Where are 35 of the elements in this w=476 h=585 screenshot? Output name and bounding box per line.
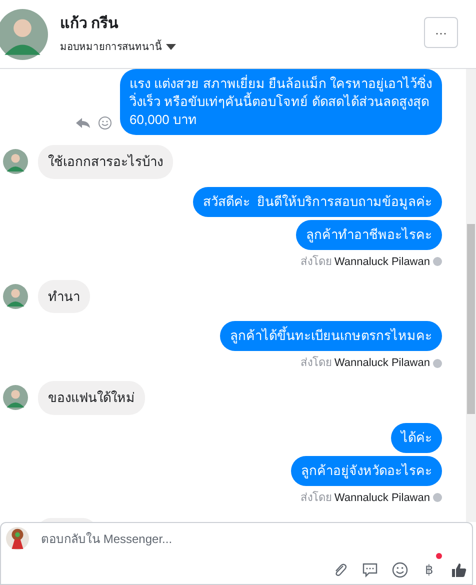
- message-bubble: ใช้เอกกสารอะไรบ้าง: [38, 145, 173, 178]
- avatar-icon: [3, 149, 28, 174]
- message-bubble: ได้ค่ะ: [391, 422, 442, 452]
- sent-by-label: ส่งโดย: [300, 490, 332, 504]
- more-button[interactable]: ···: [424, 17, 458, 48]
- message-bubble: สวัสดีค่ะ ยินดีให้บริการสอบถามข้อมูลค่ะ: [192, 186, 442, 216]
- message-bubble: ของแฟนใด้ใหม่: [38, 381, 145, 414]
- reply-icon[interactable]: [76, 117, 90, 129]
- message-bubble: ลูกค้าอยู่จังหวัดอะไรคะ: [291, 456, 442, 486]
- emoji-icon[interactable]: [392, 562, 408, 578]
- contact-name: แก้ว กรีน: [60, 14, 120, 34]
- sender-name: Wannaluck Pilawan: [334, 356, 430, 370]
- sent-by-label: ส่งโดย: [300, 356, 332, 370]
- message-bubble: แรง แต่งสวย สภาพเยี่ยม ยืนล้อแม็ก ใครหาอยู่เอาไว้ซิ่ง วิ่งเร็ว หรือขับเท่ๆคันนี้ตอบโจทย์ ดัดสดได้ส่วนลดสูงสุด 60,000 บาท: [120, 69, 442, 135]
- emoji-icon[interactable]: [98, 116, 112, 130]
- help-icon[interactable]: [433, 493, 442, 502]
- message-bubble: ทำนา: [38, 280, 90, 313]
- sender-name: Wannaluck Pilawan: [334, 254, 430, 268]
- avatar-icon: [3, 385, 28, 410]
- message-bubble: ลูกค้าทำอาชีพอะไรคะ: [296, 220, 442, 250]
- assign-dropdown[interactable]: มอบหมายการสนทนานี้: [60, 40, 176, 55]
- help-icon[interactable]: [433, 358, 442, 368]
- caret-icon: [166, 44, 176, 50]
- avatar-icon: [0, 8, 48, 60]
- avatar-icon: [3, 284, 28, 309]
- sender-name: Wannaluck Pilawan: [334, 490, 430, 504]
- help-icon[interactable]: [433, 257, 442, 266]
- speech-bubble-icon[interactable]: [362, 562, 378, 578]
- scrollbar[interactable]: [466, 69, 476, 522]
- page-avatar-icon: [6, 527, 29, 550]
- message-input[interactable]: ตอบกลับใน Messenger...: [41, 530, 341, 548]
- thumbs-up-icon[interactable]: [450, 562, 468, 578]
- currency-button[interactable]: ฿: [422, 562, 436, 578]
- message-bubble: ลูกค้าได้ขึ้นทะเบียนเกษตรกรไหมคะ: [220, 321, 442, 351]
- sent-by-label: ส่งโดย: [300, 254, 332, 268]
